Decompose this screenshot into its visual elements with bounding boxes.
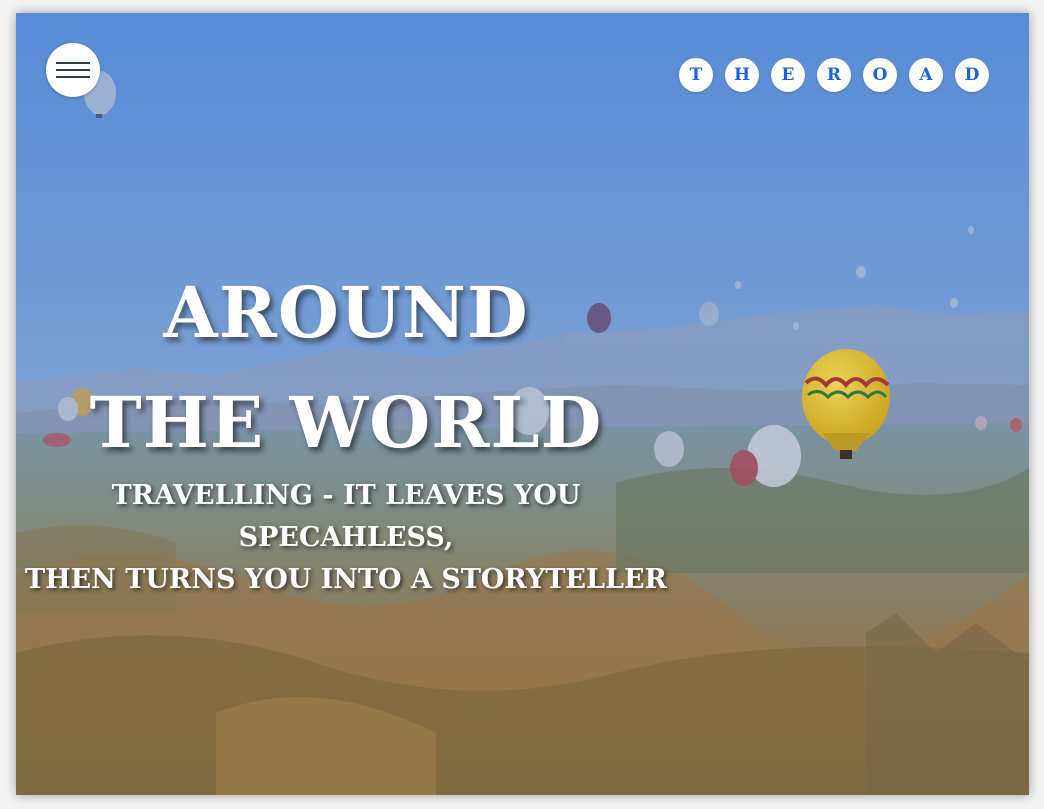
hero-subtitle: TRAVELLING - IT LEAVES YOU SPECAHLESS, T… xyxy=(16,475,676,601)
logo-letter: D xyxy=(955,58,989,92)
logo-letter: R xyxy=(817,58,851,92)
logo-letter: E xyxy=(771,58,805,92)
hero-title: AROUND THE WORLD xyxy=(89,271,603,464)
hamburger-menu-icon-bar xyxy=(56,76,90,78)
logo-letter: T xyxy=(679,58,713,92)
hero-section: T H E R O A D AROUND THE WORLD TRAVELLIN… xyxy=(16,13,1029,795)
site-logo[interactable]: T H E R O A D xyxy=(679,58,989,92)
hero-subtitle-line: TRAVELLING - IT LEAVES YOU SPECAHLESS, xyxy=(111,480,581,553)
logo-letter: A xyxy=(909,58,943,92)
logo-letter: O xyxy=(863,58,897,92)
menu-button[interactable] xyxy=(46,43,100,97)
hamburger-menu-icon xyxy=(56,62,90,64)
hero-subtitle-line: THEN TURNS YOU INTO A STORYTELLER xyxy=(25,564,667,595)
hamburger-menu-icon-bar xyxy=(56,69,90,71)
logo-letter: H xyxy=(725,58,759,92)
